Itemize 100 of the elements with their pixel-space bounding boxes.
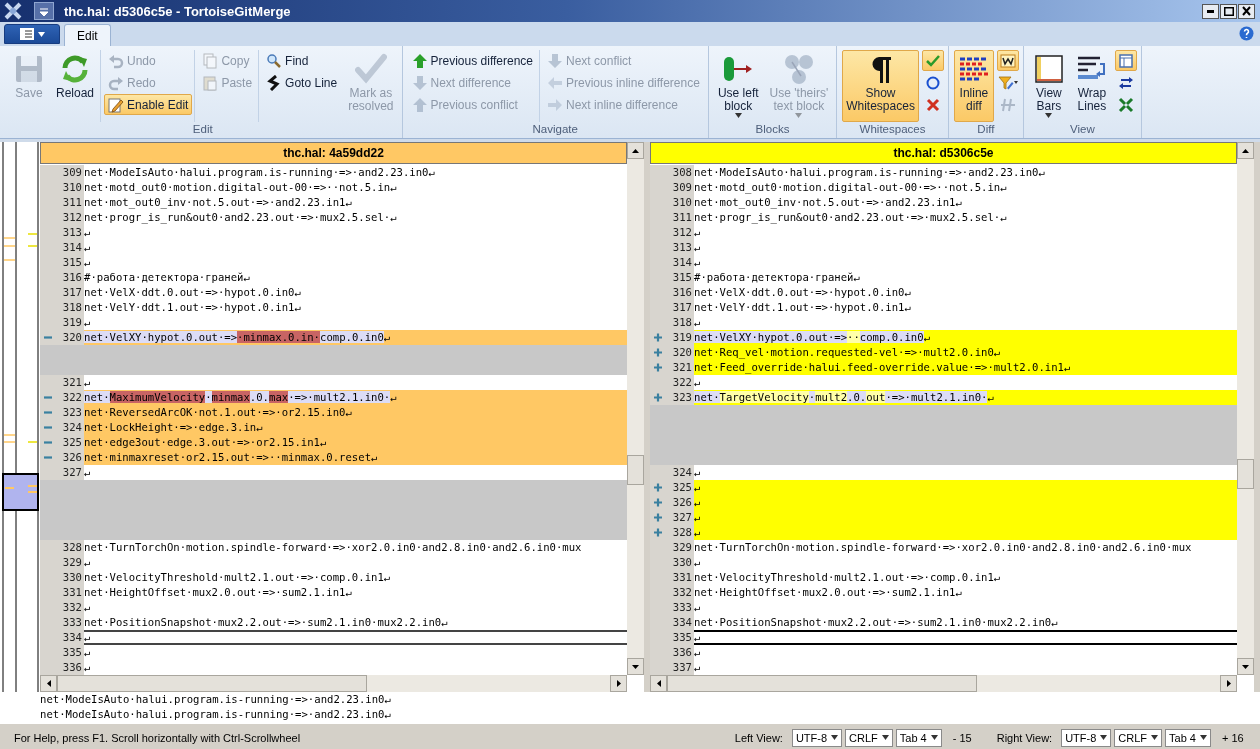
caret-icon <box>1151 735 1159 740</box>
help-icon[interactable] <box>1239 26 1254 41</box>
checkmark-button[interactable] <box>921 50 944 71</box>
code-line: net·PositionSnapshot·mux2.2.out·=>·sum2.1.in0·mux2.2.in0↵ <box>84 615 449 630</box>
ribbon-button[interactable]: Use left block <box>713 50 763 122</box>
line-number: 323 <box>61 405 83 420</box>
scroll-left-button[interactable] <box>40 675 57 692</box>
minimize-button[interactable] <box>1202 3 1219 19</box>
code-line: ↵ <box>84 555 92 570</box>
code-line: ↵ <box>694 315 702 330</box>
line-number: 316 <box>61 270 83 285</box>
ribbon-button[interactable]: Show Whitespaces <box>842 50 919 122</box>
line-ending-dropdown[interactable]: CRLF <box>845 728 893 747</box>
group-label: View <box>1069 122 1096 137</box>
tab-size-dropdown[interactable]: Tab 4 <box>895 728 942 747</box>
scroll-left-button[interactable] <box>650 675 667 692</box>
scroll-down-button[interactable] <box>627 658 644 675</box>
line-number: 316 <box>671 285 693 300</box>
up-arrow-icon <box>411 52 428 69</box>
app-logo-icon <box>4 2 22 20</box>
offset-text: + 16 <box>1222 731 1245 744</box>
line-number: 310 <box>671 195 693 210</box>
ribbon-button[interactable]: Wrap Lines <box>1071 50 1112 122</box>
line-number: 336 <box>61 660 83 675</box>
tab-size-dropdown[interactable]: Tab 4 <box>1165 728 1211 747</box>
line-number: 328 <box>671 525 693 540</box>
ribbon-button[interactable]: Inline diff <box>953 50 994 122</box>
encoding-dropdown[interactable]: UTF-8 <box>791 728 843 747</box>
group-label: Diff <box>976 122 996 137</box>
group-label: Blocks <box>754 122 791 137</box>
line-number: 321 <box>671 360 693 375</box>
plus-icon <box>653 333 663 342</box>
code-line: #·работа·детектора·граней↵ <box>84 270 251 285</box>
help-text: For Help, press F1. Scroll horizontally with Ctrl-Scrollwheel <box>14 731 302 744</box>
down-arrow-icon <box>1242 664 1249 669</box>
window-panel-icon <box>1117 52 1134 69</box>
line-number: 309 <box>61 165 83 180</box>
line-number: 333 <box>671 600 693 615</box>
scrollbar-thumb[interactable] <box>1237 459 1254 489</box>
code-line: net·mot_out0_inv·not.5.out·=>·and2.23.in1↵ <box>84 195 353 210</box>
scroll-up-button[interactable] <box>627 142 644 159</box>
line-number: 312 <box>61 210 83 225</box>
ribbon-button[interactable]: Enable Edit <box>104 94 193 115</box>
code-line: ↵ <box>84 600 92 615</box>
scrollbar-thumb[interactable] <box>627 455 644 485</box>
line-ending-dropdown[interactable]: CRLF <box>1114 728 1163 747</box>
scroll-right-button[interactable] <box>610 675 627 692</box>
ribbon-button[interactable]: View Bars <box>1028 50 1069 122</box>
ribbon-button[interactable]: Goto Line <box>262 72 342 93</box>
code-line: net·ModeIsAuto·halui.program.is-running·=>·and2.23.in0↵ <box>694 165 1046 180</box>
ribbon-button[interactable]: Find <box>262 50 342 71</box>
copy-icon <box>202 52 219 69</box>
code-line: ↵ <box>84 375 92 390</box>
right-arrow-icon <box>616 680 621 687</box>
line-number: 332 <box>61 600 83 615</box>
scrollbar-thumb[interactable] <box>57 675 367 692</box>
squiggle-icon <box>266 74 283 91</box>
line-number: 309 <box>671 180 693 195</box>
offset-text: - 15 <box>952 731 973 744</box>
code-line: ↵ <box>694 600 702 615</box>
code-line: ↵ <box>694 465 702 480</box>
code-line: net·motd_out0·motion.digital-out-00·=>··not.5.in↵ <box>694 180 1008 195</box>
line-number: 311 <box>671 210 693 225</box>
word-diff-button[interactable] <box>996 50 1019 71</box>
group-label: Whitespaces <box>858 122 927 137</box>
up-arrow-icon <box>1242 148 1249 153</box>
line-number: 311 <box>61 195 83 210</box>
panels-icon <box>1032 53 1065 85</box>
word-diff-icon <box>999 52 1016 69</box>
caret-icon <box>1200 735 1207 740</box>
line-number: 315 <box>61 255 83 270</box>
scroll-up-button[interactable] <box>1237 142 1254 159</box>
window-panel-button[interactable] <box>1114 50 1137 71</box>
code-line: net·ModeIsAuto·halui.program.is-running·=>·and2.23.in0↵ <box>40 692 392 707</box>
line-number: 330 <box>671 555 693 570</box>
undo-icon <box>108 52 125 69</box>
scroll-down-button[interactable] <box>1237 658 1254 675</box>
ribbon-tab[interactable]: Edit <box>64 24 111 46</box>
close-button[interactable] <box>1238 3 1255 19</box>
ribbon-button[interactable]: Previous difference <box>407 50 538 71</box>
scroll-right-button[interactable] <box>1220 675 1237 692</box>
plus-icon <box>653 393 663 402</box>
line-number: 336 <box>671 645 693 660</box>
line-number: 330 <box>61 570 83 585</box>
dropdown-icon[interactable] <box>34 2 54 20</box>
ribbon-button[interactable]: Reload <box>52 50 99 122</box>
maximize-button[interactable] <box>1220 3 1237 19</box>
line-number: 328 <box>61 540 83 555</box>
line-number: 324 <box>671 465 693 480</box>
line-number: 331 <box>671 570 693 585</box>
code-line: ↵ <box>84 630 627 645</box>
search-icon <box>266 52 283 69</box>
code-line: net·motd_out0·motion.digital-out-00·=>··not.5.in↵ <box>84 180 398 195</box>
minus-icon <box>43 333 53 342</box>
encoding-dropdown[interactable]: UTF-8 <box>1061 728 1112 747</box>
line-number: 327 <box>61 465 83 480</box>
scrollbar-thumb[interactable] <box>667 675 977 692</box>
application-menu-button[interactable] <box>4 24 60 44</box>
code-line: net·ModeIsAuto·halui.program.is-running·=>·and2.23.in0↵ <box>84 165 436 180</box>
minimize-icon <box>1207 9 1214 13</box>
